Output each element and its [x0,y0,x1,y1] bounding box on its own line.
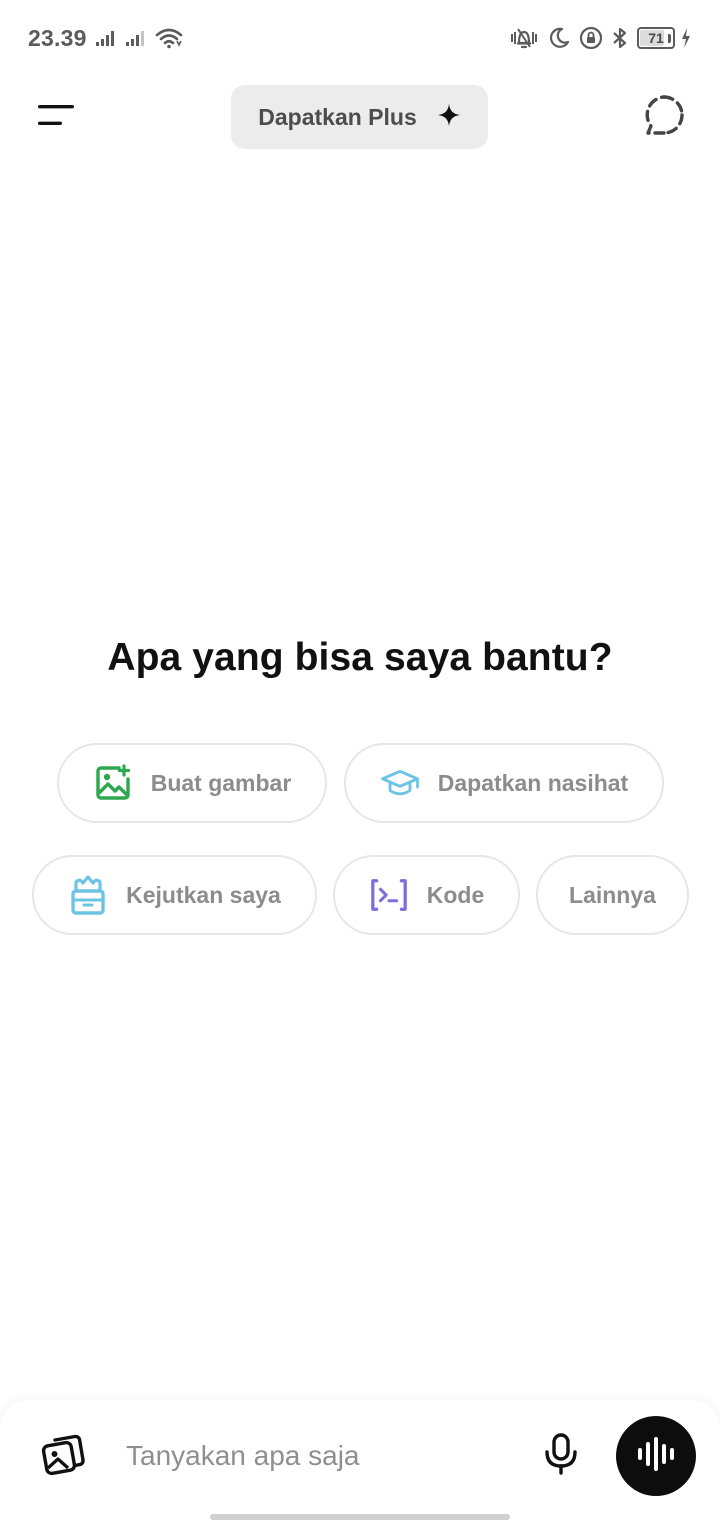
new-chat-button[interactable] [636,92,692,142]
moon-icon [548,27,570,49]
menu-button[interactable] [28,92,84,142]
code-icon [369,875,409,915]
sparkle-icon [437,103,461,132]
suggestion-chip-kode[interactable]: Kode [333,855,520,935]
status-bar-right: 71 [509,26,692,50]
menu-icon [37,104,75,131]
battery-indicator: 71 [637,27,675,49]
status-bar: 23.39 71 [0,0,720,76]
suggestion-chip-label: Dapatkan nasihat [437,769,629,796]
top-app-bar: Dapatkan Plus [0,84,720,150]
wifi-icon [155,27,183,49]
suggestion-chip-label: Lainnya [569,881,656,908]
suggestion-chip-buat-gambar[interactable]: Buat gambar [57,743,327,823]
chat-home-screen: 23.39 71 Dapatkan Plus Apa yang bisa say… [0,0,720,1520]
upgrade-plus-button[interactable]: Dapatkan Plus [231,85,488,149]
home-indicator[interactable] [210,1514,510,1520]
microphone-button[interactable] [536,1430,586,1482]
suggestion-chip-label: Kejutkan saya [126,881,281,908]
message-composer [0,1400,720,1520]
upgrade-plus-label: Dapatkan Plus [258,103,417,130]
image-create-icon [93,763,133,803]
composer-input[interactable] [126,1430,506,1482]
bluetooth-icon [612,26,628,50]
rotation-lock-icon [579,26,603,50]
suggestion-chip-kejutkan-saya[interactable]: Kejutkan saya [32,855,317,935]
vibrate-icon [509,26,539,50]
microphone-icon [544,1432,578,1480]
signal-icon [95,29,117,47]
battery-icon: 71 [637,27,675,49]
suggestion-chip-lainnya[interactable]: Lainnya [536,855,689,935]
charging-icon [680,27,692,49]
voice-mode-button[interactable] [616,1416,696,1496]
graduation-cap-icon [380,763,420,803]
attach-image-button[interactable] [38,1430,90,1482]
battery-percent: 71 [648,30,664,46]
page-title: Apa yang bisa saya bantu? [107,636,613,679]
suggestion-chip-dapatkan-nasihat[interactable]: Dapatkan nasihat [344,743,664,823]
status-bar-left: 23.39 [28,25,183,52]
gift-box-icon [68,875,108,915]
signal-icon [125,29,147,47]
status-time: 23.39 [28,24,87,51]
new-chat-icon [642,93,686,142]
suggestion-chip-label: Kode [426,881,485,908]
attach-image-icon [41,1432,87,1481]
suggestion-chip-label: Buat gambar [150,769,292,796]
voice-mode-icon [636,1436,676,1476]
